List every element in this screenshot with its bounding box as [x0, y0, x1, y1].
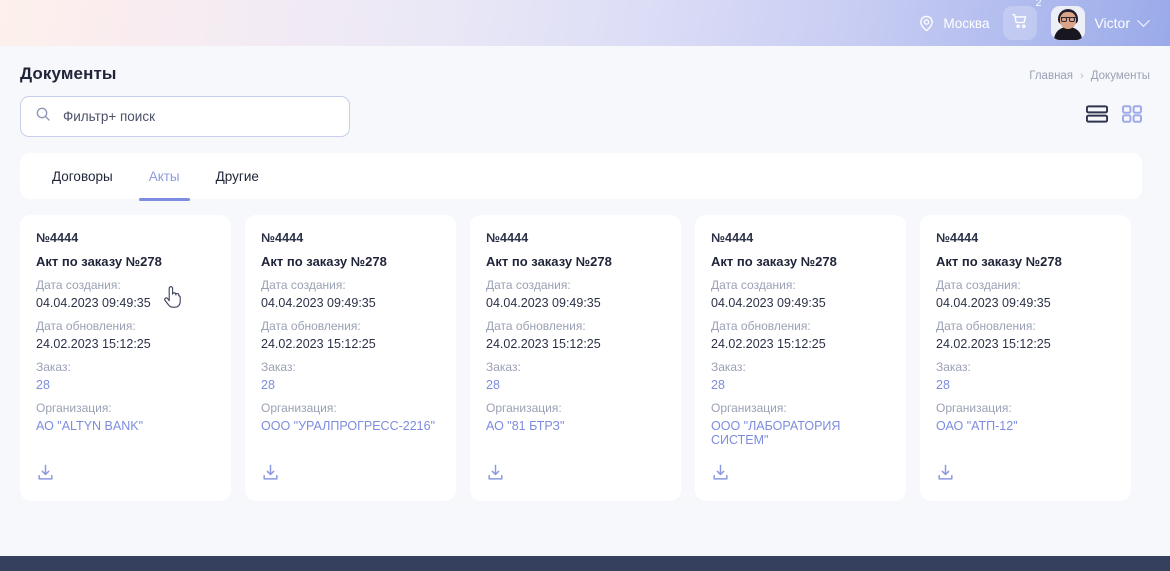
- tab-label: Договоры: [52, 168, 113, 184]
- tab-akty[interactable]: Акты: [131, 153, 198, 201]
- order-label: Заказ:: [36, 360, 71, 374]
- organization-value[interactable]: ООО "ЛАБОРАТОРИЯ СИСТЕМ": [711, 419, 890, 447]
- download-icon[interactable]: [711, 447, 731, 487]
- created-label: Дата создания:: [261, 278, 346, 292]
- top-bar-right-group: Москва 2 Victor: [918, 0, 1150, 40]
- page-container: Документы Главная › Документы Фильтр+ по…: [0, 46, 1170, 501]
- updated-value: 24.02.2023 15:12:25: [36, 337, 151, 351]
- order-label: Заказ:: [711, 360, 746, 374]
- view-toggle-group: [1085, 105, 1150, 128]
- download-icon[interactable]: [261, 447, 281, 487]
- grid-view-icon[interactable]: [1122, 105, 1143, 128]
- created-value: 04.04.2023 09:49:35: [261, 296, 376, 310]
- breadcrumb-current: Документы: [1090, 70, 1150, 82]
- cart-button[interactable]: 2: [1003, 0, 1041, 40]
- updated-value: 24.02.2023 15:12:25: [486, 337, 601, 351]
- document-card[interactable]: №4444 Акт по заказу №278 Дата создания: …: [470, 215, 681, 501]
- chevron-down-icon: [1137, 13, 1150, 27]
- tabs-bar: Договоры Акты Другие: [20, 153, 1142, 201]
- updated-label: Дата обновления:: [36, 319, 136, 333]
- created-value: 04.04.2023 09:49:35: [936, 296, 1051, 310]
- search-box[interactable]: [20, 96, 350, 137]
- tab-label: Акты: [148, 168, 180, 184]
- document-number: №4444: [486, 231, 529, 245]
- order-label: Заказ:: [936, 360, 971, 374]
- document-card[interactable]: №4444 Акт по заказу №278 Дата создания: …: [920, 215, 1131, 501]
- organization-value[interactable]: ОАО "АТП-12": [936, 419, 1115, 433]
- order-label: Заказ:: [486, 360, 521, 374]
- breadcrumb-home[interactable]: Главная: [1029, 70, 1073, 82]
- page-title: Документы: [20, 64, 117, 83]
- organization-value[interactable]: АО "ALTYN BANK": [36, 419, 215, 433]
- updated-value: 24.02.2023 15:12:25: [261, 337, 376, 351]
- updated-label: Дата обновления:: [711, 319, 811, 333]
- updated-label: Дата обновления:: [486, 319, 586, 333]
- organization-label: Организация:: [261, 401, 337, 415]
- city-label: Москва: [943, 15, 990, 31]
- updated-label: Дата обновления:: [936, 319, 1036, 333]
- download-icon[interactable]: [936, 447, 956, 487]
- download-icon[interactable]: [36, 447, 56, 487]
- user-menu[interactable]: Victor: [1051, 6, 1150, 40]
- organization-label: Организация:: [486, 401, 562, 415]
- location-pin-icon: [918, 15, 935, 32]
- city-selector[interactable]: Москва: [918, 15, 989, 32]
- organization-value[interactable]: АО "81 БТРЗ": [486, 419, 665, 433]
- list-view-icon[interactable]: [1085, 105, 1109, 128]
- order-value[interactable]: 28: [261, 378, 440, 392]
- footer-bar: [0, 556, 1170, 571]
- document-card[interactable]: №4444 Акт по заказу №278 Дата создания: …: [245, 215, 456, 501]
- updated-value: 24.02.2023 15:12:25: [711, 337, 826, 351]
- updated-value: 24.02.2023 15:12:25: [936, 337, 1051, 351]
- document-title: Акт по заказу №278: [486, 254, 612, 269]
- breadcrumb: Главная › Документы: [1029, 64, 1150, 82]
- document-title: Акт по заказу №278: [261, 254, 387, 269]
- order-label: Заказ:: [261, 360, 296, 374]
- search-input[interactable]: [63, 109, 335, 124]
- tab-drugie[interactable]: Другие: [198, 153, 277, 199]
- search-icon: [35, 106, 51, 127]
- created-value: 04.04.2023 09:49:35: [711, 296, 826, 310]
- order-value[interactable]: 28: [36, 378, 215, 392]
- order-value[interactable]: 28: [486, 378, 665, 392]
- search-row: [20, 96, 1150, 137]
- download-icon[interactable]: [486, 447, 506, 487]
- tab-dogovory[interactable]: Договоры: [34, 153, 131, 199]
- document-title: Акт по заказу №278: [936, 254, 1062, 269]
- document-number: №4444: [711, 231, 754, 245]
- breadcrumb-separator-icon: ›: [1080, 70, 1084, 82]
- document-card[interactable]: №4444 Акт по заказу №278 Дата создания: …: [695, 215, 906, 501]
- avatar: [1051, 6, 1086, 40]
- document-number: №4444: [261, 231, 304, 245]
- document-number: №4444: [936, 231, 979, 245]
- document-title: Акт по заказу №278: [711, 254, 837, 269]
- created-label: Дата создания:: [711, 278, 796, 292]
- order-value[interactable]: 28: [936, 378, 1115, 392]
- page-header: Документы Главная › Документы: [20, 46, 1150, 84]
- top-bar: Москва 2 Victor: [0, 0, 1170, 46]
- organization-value[interactable]: ООО "УРАЛПРОГРЕСС-2216": [261, 419, 440, 433]
- shopping-cart-icon: [1011, 12, 1029, 35]
- document-title: Акт по заказу №278: [36, 254, 162, 269]
- order-value[interactable]: 28: [711, 378, 890, 392]
- cart-badge: 2: [1035, 0, 1042, 9]
- created-value: 04.04.2023 09:49:35: [36, 296, 151, 310]
- created-value: 04.04.2023 09:49:35: [486, 296, 601, 310]
- created-label: Дата создания:: [36, 278, 121, 292]
- created-label: Дата создания:: [936, 278, 1021, 292]
- tab-label: Другие: [215, 168, 259, 184]
- organization-label: Организация:: [936, 401, 1012, 415]
- document-number: №4444: [36, 231, 79, 245]
- document-card[interactable]: №4444 Акт по заказу №278 Дата создания: …: [20, 215, 231, 501]
- user-name: Victor: [1094, 15, 1130, 31]
- document-cards-row: №4444 Акт по заказу №278 Дата создания: …: [20, 215, 1150, 501]
- created-label: Дата создания:: [486, 278, 571, 292]
- organization-label: Организация:: [711, 401, 787, 415]
- organization-label: Организация:: [36, 401, 112, 415]
- updated-label: Дата обновления:: [261, 319, 361, 333]
